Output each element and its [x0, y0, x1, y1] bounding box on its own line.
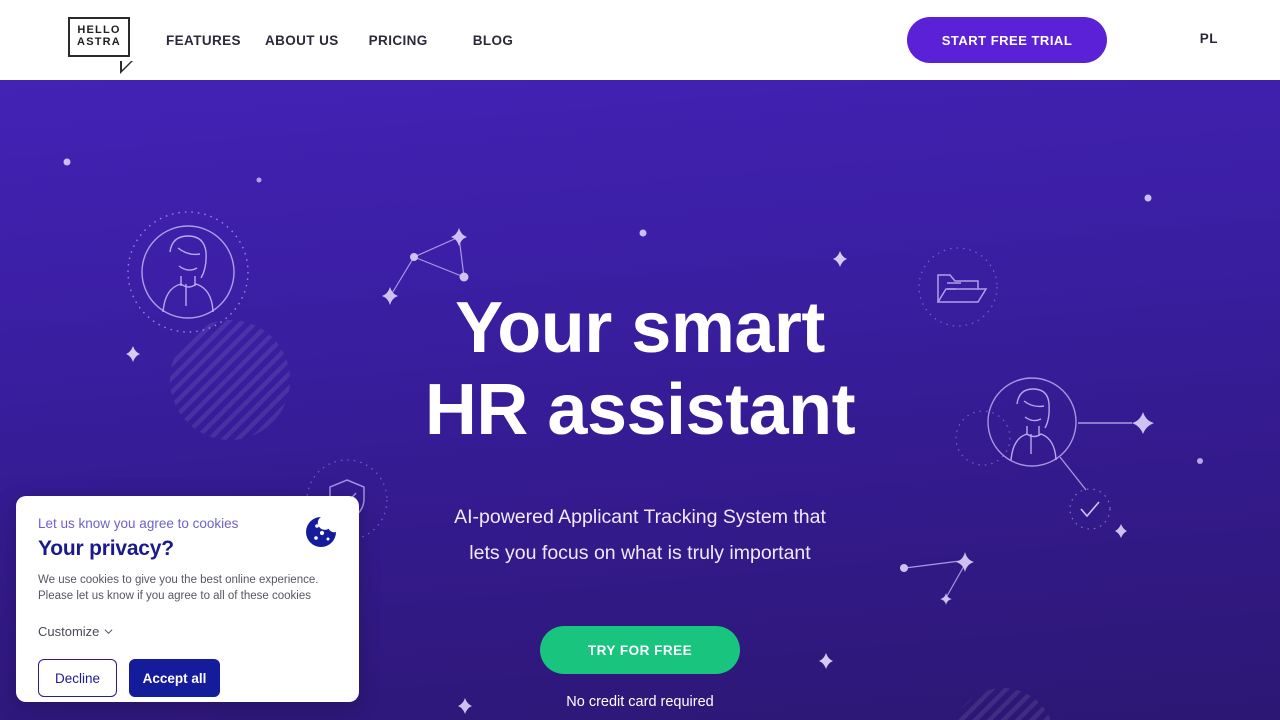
cookie-actions: Decline Accept all	[38, 659, 335, 697]
cookie-title: Your privacy?	[38, 537, 174, 560]
main-nav: FEATURES ABOUT US PRICING BLOG	[166, 0, 513, 80]
start-free-trial-button[interactable]: START FREE TRIAL	[907, 17, 1107, 63]
nav-item-blog[interactable]: BLOG	[473, 33, 514, 48]
logo[interactable]: HELLO ASTRA	[68, 17, 133, 74]
speech-bubble-tail-inner-icon	[122, 61, 131, 70]
customize-label: Customize	[38, 624, 100, 639]
customize-toggle[interactable]: Customize	[38, 624, 113, 639]
logo-box: HELLO ASTRA	[68, 17, 130, 57]
cookie-icon	[306, 517, 336, 547]
nav-item-about-us[interactable]: ABOUT US	[265, 33, 339, 48]
nav-item-features[interactable]: FEATURES	[166, 33, 241, 48]
cookie-consent-banner: Let us know you agree to cookies Your pr…	[16, 496, 359, 702]
cookie-body-line-2: Please let us know if you agree to all o…	[38, 590, 311, 602]
logo-line-2: ASTRA	[77, 36, 121, 48]
chevron-down-icon	[104, 629, 113, 635]
landing-page: HELLO ASTRA FEATURES ABOUT US PRICING BL…	[0, 0, 1280, 720]
hero-headline: Your smart HR assistant	[0, 287, 1280, 451]
cookie-body-line-1: We use cookies to give you the best onli…	[38, 574, 319, 586]
accept-all-button[interactable]: Accept all	[129, 659, 220, 697]
nav-item-pricing[interactable]: PRICING	[369, 33, 428, 48]
cookie-body: We use cookies to give you the best onli…	[38, 572, 335, 604]
site-header: HELLO ASTRA FEATURES ABOUT US PRICING BL…	[0, 0, 1280, 80]
decline-button[interactable]: Decline	[38, 659, 117, 697]
hero-headline-line-2: HR assistant	[424, 370, 856, 450]
try-for-free-button[interactable]: TRY FOR FREE	[540, 626, 740, 674]
cookie-eyebrow: Let us know you agree to cookies	[38, 516, 239, 531]
hero-headline-line-1: Your smart	[455, 288, 825, 368]
language-selector[interactable]: PL	[1200, 31, 1218, 46]
